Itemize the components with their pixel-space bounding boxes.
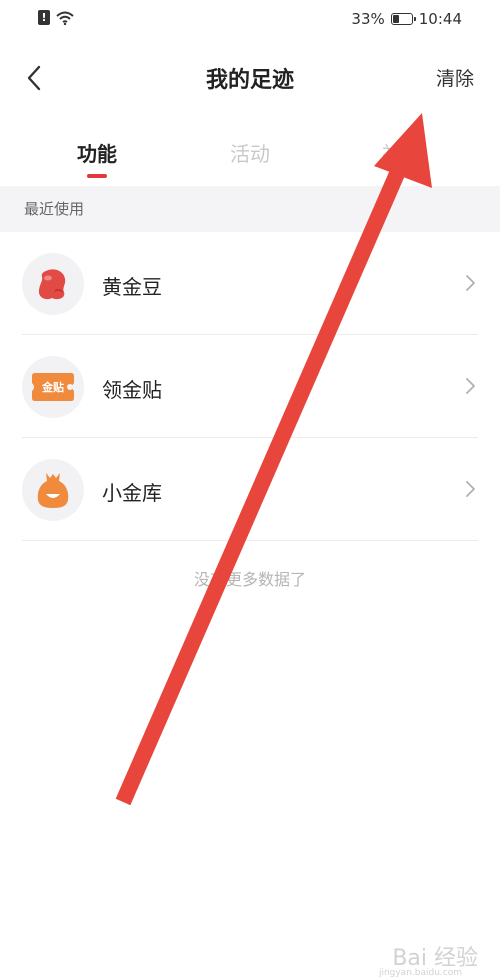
status-right: 33% 10:44 (351, 10, 462, 28)
item-label: 黄金豆 (102, 275, 162, 299)
tab-community[interactable]: 社区 (342, 138, 462, 167)
chevron-right-icon (466, 481, 475, 497)
nav-bar: 我的足迹 清除 (0, 48, 500, 108)
battery-level (392, 15, 400, 23)
money-bag-icon (22, 459, 84, 521)
gold-coupon-icon: 金贴 (22, 356, 84, 418)
tab-features[interactable]: 功能 (37, 138, 157, 178)
item-label: 小金库 (102, 481, 162, 505)
recent-list: 黄金豆 金贴 领金贴 小金库 (0, 232, 500, 541)
gold-bean-icon (22, 253, 84, 315)
chevron-right-icon (466, 378, 475, 394)
chevron-right-icon (466, 275, 475, 291)
divider (22, 540, 478, 541)
list-item-gold-bean[interactable]: 黄金豆 (0, 232, 500, 335)
page-title: 我的足迹 (205, 68, 294, 93)
section-header: 最近使用 (0, 186, 500, 232)
clock: 10:44 (418, 10, 462, 28)
tab-active-indicator (87, 174, 107, 178)
coupon-icon-text: 金贴 (42, 381, 64, 394)
tab-activities[interactable]: 活动 (190, 138, 310, 167)
wifi-icon (56, 11, 74, 25)
no-more-data-text: 没有更多数据了 (193, 570, 306, 589)
watermark-url: jingyan.baidu.com (378, 968, 462, 978)
tab-label: 社区 (382, 142, 422, 166)
list-item-small-vault[interactable]: 小金库 (0, 438, 500, 541)
tab-label: 功能 (77, 142, 117, 166)
status-bar: ! 33% 10:44 (0, 0, 500, 38)
alert-icon: ! (38, 10, 50, 25)
status-left: ! (38, 10, 74, 25)
tab-label: 活动 (230, 142, 270, 166)
clear-button[interactable]: 清除 (436, 64, 474, 91)
tab-bar: 功能 活动 社区 (0, 128, 500, 184)
list-item-gold-coupon[interactable]: 金贴 领金贴 (0, 335, 500, 438)
battery-percent: 33% (351, 10, 385, 28)
item-label: 领金贴 (102, 378, 162, 402)
battery-icon (390, 13, 416, 25)
